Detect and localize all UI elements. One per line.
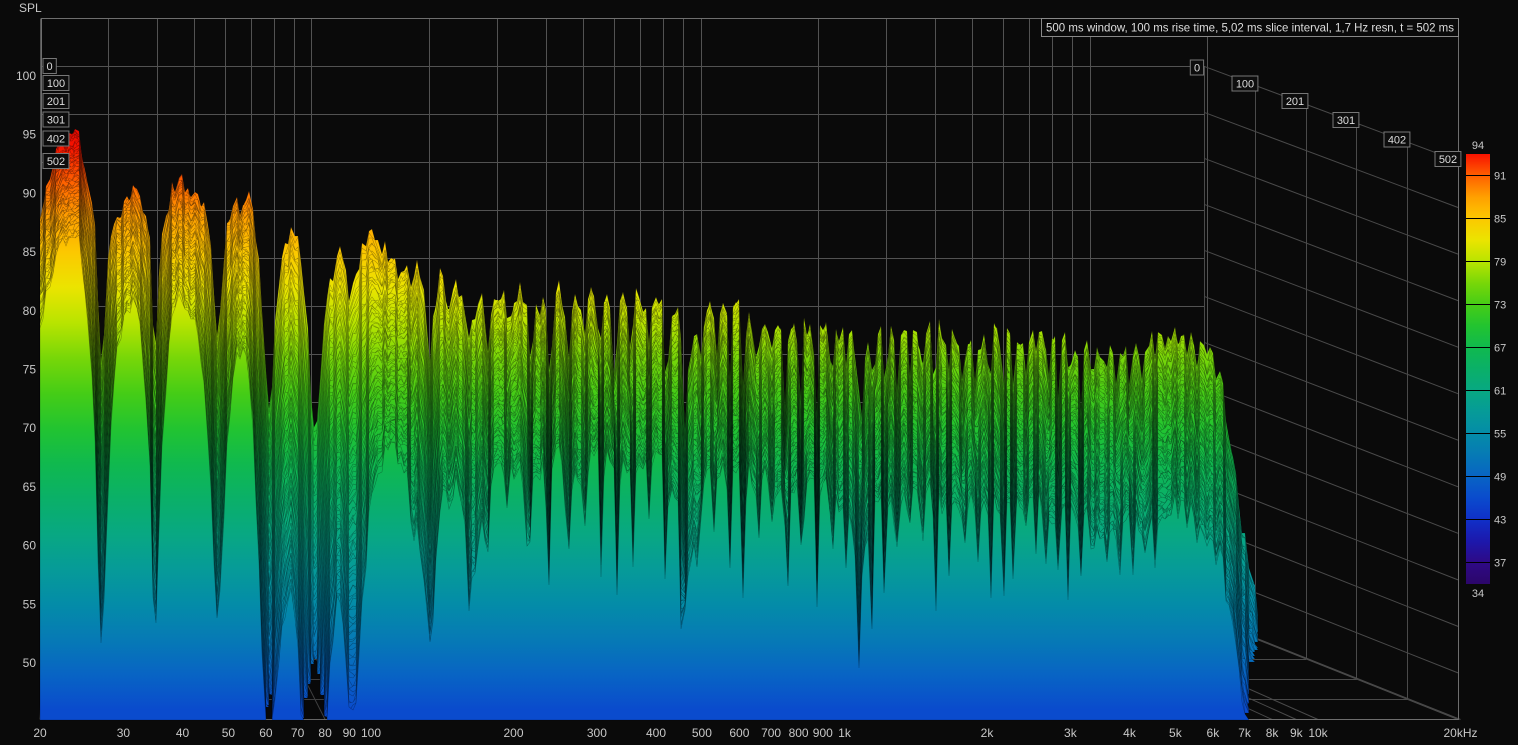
svg-text:85: 85 xyxy=(1494,214,1506,226)
svg-text:100: 100 xyxy=(16,69,36,83)
svg-text:73: 73 xyxy=(1494,300,1506,312)
svg-text:95: 95 xyxy=(23,128,37,142)
svg-text:34: 34 xyxy=(1472,588,1484,600)
svg-text:500: 500 xyxy=(692,726,712,740)
svg-text:43: 43 xyxy=(1494,515,1506,527)
svg-text:20: 20 xyxy=(33,726,47,740)
svg-text:600: 600 xyxy=(729,726,749,740)
svg-text:10k: 10k xyxy=(1308,726,1328,740)
svg-text:100: 100 xyxy=(47,78,65,90)
svg-text:301: 301 xyxy=(47,115,65,127)
svg-text:60: 60 xyxy=(23,539,37,553)
svg-text:0: 0 xyxy=(1194,63,1200,75)
svg-text:2k: 2k xyxy=(981,726,995,740)
svg-text:7k: 7k xyxy=(1238,726,1252,740)
svg-text:402: 402 xyxy=(1388,135,1406,147)
svg-text:85: 85 xyxy=(23,245,37,259)
svg-text:1k: 1k xyxy=(838,726,852,740)
svg-text:70: 70 xyxy=(291,726,305,740)
svg-text:79: 79 xyxy=(1494,257,1506,269)
svg-text:90: 90 xyxy=(343,726,357,740)
svg-text:100: 100 xyxy=(361,726,381,740)
svg-text:301: 301 xyxy=(1337,115,1355,127)
svg-text:100: 100 xyxy=(1236,79,1254,91)
svg-text:201: 201 xyxy=(47,96,65,108)
svg-text:5k: 5k xyxy=(1169,726,1183,740)
svg-text:55: 55 xyxy=(23,597,37,611)
svg-text:70: 70 xyxy=(23,421,37,435)
svg-text:80: 80 xyxy=(23,304,37,318)
svg-text:502: 502 xyxy=(47,156,65,168)
svg-text:75: 75 xyxy=(23,363,37,377)
svg-text:49: 49 xyxy=(1494,472,1506,484)
svg-text:50: 50 xyxy=(23,656,37,670)
svg-text:200: 200 xyxy=(503,726,523,740)
svg-text:6k: 6k xyxy=(1207,726,1221,740)
svg-text:8k: 8k xyxy=(1266,726,1280,740)
svg-text:40: 40 xyxy=(176,726,190,740)
svg-text:300: 300 xyxy=(587,726,607,740)
svg-text:800: 800 xyxy=(789,726,809,740)
svg-text:3k: 3k xyxy=(1064,726,1078,740)
svg-text:67: 67 xyxy=(1494,343,1506,355)
svg-text:30: 30 xyxy=(117,726,131,740)
svg-text:0: 0 xyxy=(47,61,53,73)
svg-text:37: 37 xyxy=(1494,558,1506,570)
svg-text:9k: 9k xyxy=(1290,726,1304,740)
svg-text:900: 900 xyxy=(813,726,833,740)
svg-text:4k: 4k xyxy=(1123,726,1137,740)
svg-text:55: 55 xyxy=(1494,429,1506,441)
svg-text:60: 60 xyxy=(259,726,273,740)
svg-text:65: 65 xyxy=(23,480,37,494)
svg-text:SPL: SPL xyxy=(19,1,42,15)
svg-text:201: 201 xyxy=(1286,96,1304,108)
svg-text:502: 502 xyxy=(1439,154,1457,166)
svg-text:61: 61 xyxy=(1494,386,1506,398)
svg-text:91: 91 xyxy=(1494,171,1506,183)
svg-text:400: 400 xyxy=(646,726,666,740)
svg-text:700: 700 xyxy=(761,726,781,740)
svg-text:80: 80 xyxy=(318,726,332,740)
svg-text:94: 94 xyxy=(1472,140,1484,152)
svg-text:20kHz: 20kHz xyxy=(1443,726,1477,740)
svg-text:402: 402 xyxy=(47,134,65,146)
svg-text:90: 90 xyxy=(23,186,37,200)
svg-text:50: 50 xyxy=(222,726,236,740)
svg-text:500 ms window, 100 ms rise tim: 500 ms window, 100 ms rise time, 5,02 ms… xyxy=(1046,21,1454,35)
